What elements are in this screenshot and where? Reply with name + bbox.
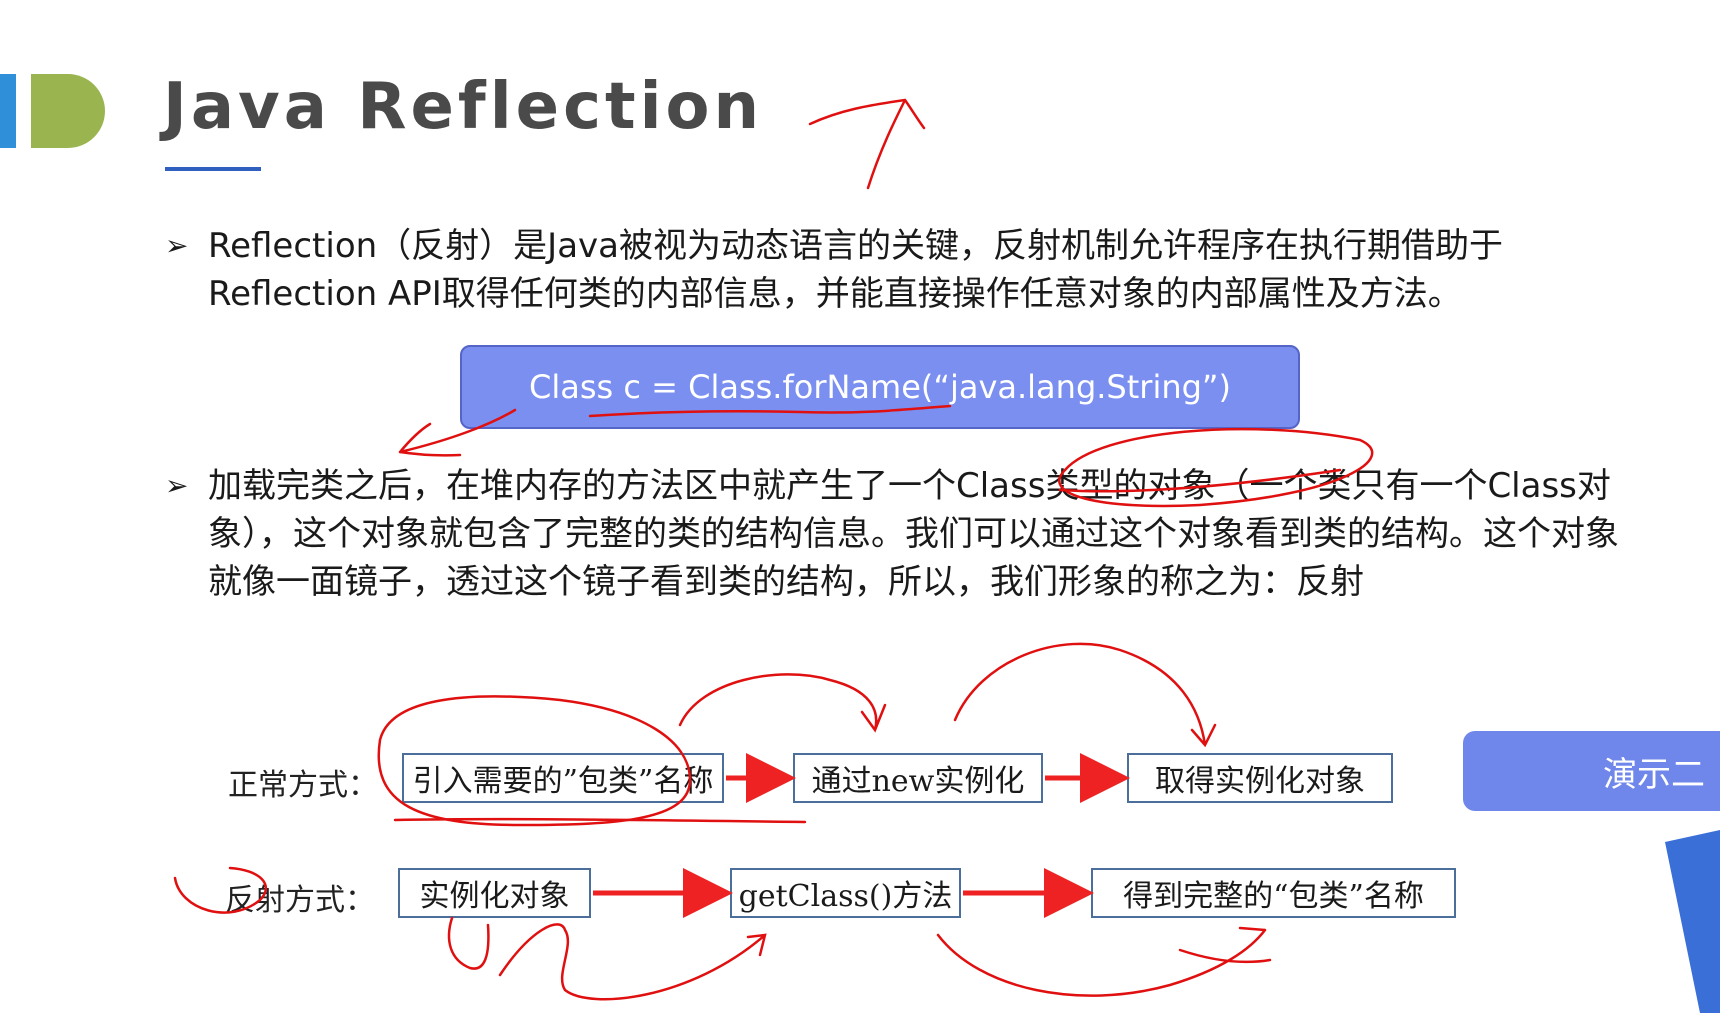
annotation-under-object	[447, 916, 490, 970]
handwritten-annotations	[173, 98, 1374, 1001]
annotation-loop-arrow	[498, 923, 767, 1001]
annotation-curve-to-new	[678, 673, 887, 733]
annotation-curve-to-object	[953, 642, 1217, 748]
annotation-step1-circle	[377, 695, 692, 827]
annotation-left-arrow	[398, 408, 517, 457]
annotation-curve-from-getclass	[936, 926, 1272, 997]
annotation-up-arrow	[808, 98, 926, 190]
annotation-class-circle	[1058, 427, 1374, 508]
decorative-blue-wedge	[1665, 830, 1720, 1013]
flow-arrows-and-annotations	[173, 98, 1720, 1013]
annotation-code-underline	[588, 404, 952, 418]
annotation-class-strike	[1058, 468, 1342, 493]
annotation-reflect-label-circle	[173, 866, 267, 914]
